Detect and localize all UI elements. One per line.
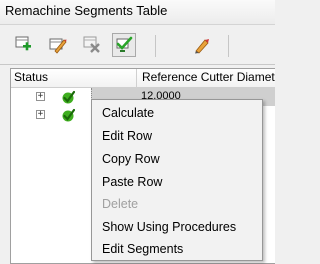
toolbar-separator <box>155 35 156 57</box>
delete-row-icon <box>83 36 100 53</box>
calculate-button[interactable] <box>112 33 136 57</box>
expand-icon[interactable]: + <box>36 110 45 119</box>
menu-item-show-using-procedures[interactable]: Show Using Procedures <box>92 216 262 238</box>
table-header: Status Reference Cutter Diameter <box>11 69 275 88</box>
edit-segments-button[interactable] <box>190 33 214 57</box>
menu-item-edit-segments[interactable]: Edit Segments <box>92 238 262 260</box>
edit-segments-icon <box>195 39 209 54</box>
menu-item-calculate[interactable]: Calculate <box>92 102 262 124</box>
panel-title: Remachine Segments Table <box>0 0 275 25</box>
add-row-button[interactable] <box>12 33 36 57</box>
edit-row-icon <box>49 38 67 54</box>
menu-item-paste-row[interactable]: Paste Row <box>92 171 262 193</box>
menu-item-edit-row[interactable]: Edit Row <box>92 125 262 147</box>
status-ok-icon <box>62 90 75 104</box>
toolbar <box>0 25 275 65</box>
edit-row-button[interactable] <box>46 33 70 57</box>
status-ok-icon <box>62 108 75 122</box>
expand-icon[interactable]: + <box>36 92 45 101</box>
menu-item-delete: Delete <box>102 197 139 211</box>
column-header-status[interactable]: Status <box>11 69 137 88</box>
column-header-reference-cutter-diameter[interactable]: Reference Cutter Diameter <box>142 69 275 88</box>
menu-item-copy-row[interactable]: Copy Row <box>92 148 262 170</box>
add-row-icon <box>15 36 31 51</box>
context-menu: Calculate Edit Row Copy Row Paste Row De… <box>91 99 263 261</box>
delete-row-button[interactable] <box>80 33 104 57</box>
calculate-icon <box>116 36 133 52</box>
toolbar-separator <box>228 35 229 57</box>
remachine-segments-panel: Remachine Segments Table Status Referenc… <box>0 0 275 264</box>
